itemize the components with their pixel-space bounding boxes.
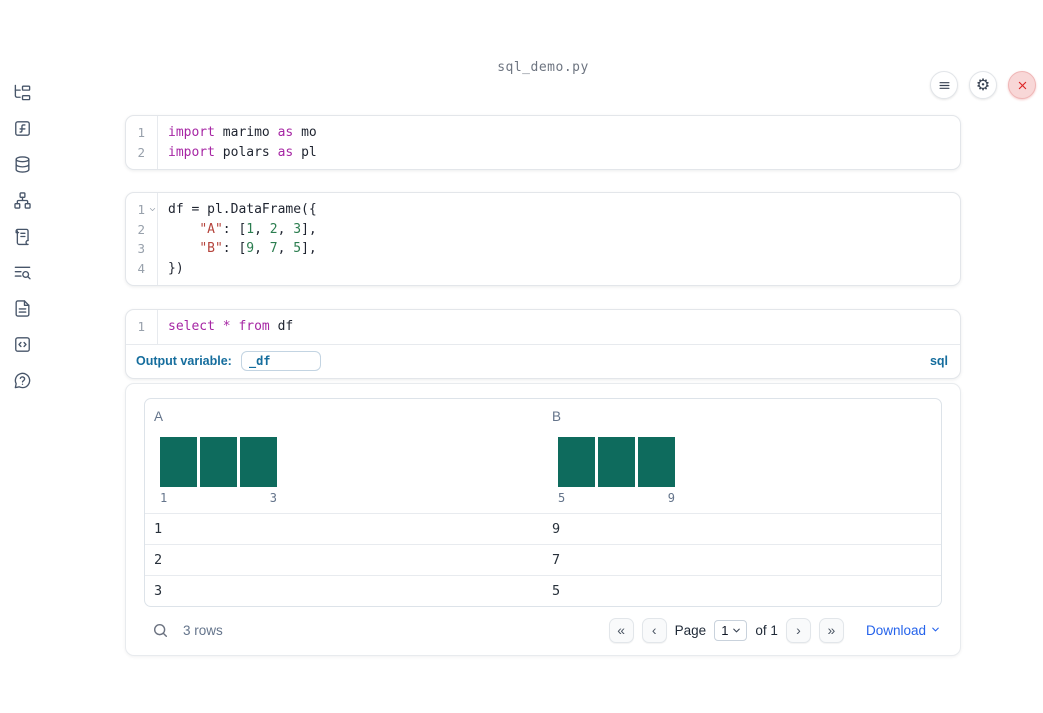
dataframe-table: A 1 3 B 5 9 1 9 2 7 3 5 (144, 397, 942, 607)
chevron-right-icon: › (796, 622, 801, 638)
search-icon (153, 623, 167, 637)
cell-value: 1 (154, 520, 163, 537)
histogram-bar (558, 436, 595, 487)
column-name: A (154, 408, 164, 424)
table-row[interactable]: 3 5 (145, 574, 941, 606)
output-variable-input[interactable] (240, 350, 321, 371)
logs-search-icon[interactable] (13, 263, 32, 282)
column-b-histogram: 5 9 (558, 436, 932, 505)
column-header-b[interactable]: B 5 9 (543, 399, 941, 513)
chevron-down-icon (733, 628, 741, 632)
histogram-bar (160, 436, 197, 487)
notebook-area: sql_demo.py 1 2 import marimo as mo impo… (44, 60, 1043, 656)
histogram-bar (200, 436, 237, 487)
download-label: Download (865, 622, 926, 638)
snippets-icon[interactable] (13, 299, 32, 318)
first-page-button[interactable]: « (608, 617, 634, 643)
hist-max-label: 3 (269, 490, 277, 505)
hist-min-label: 1 (160, 490, 168, 505)
line-number: 1 (137, 202, 145, 217)
page-label: Page (674, 622, 707, 638)
database-icon[interactable] (13, 155, 32, 174)
line-number-gutter: 1 2 3 4 (126, 193, 158, 285)
cell-value: 2 (154, 551, 163, 568)
line-number: 3 (137, 241, 145, 256)
histogram-bar (598, 436, 635, 487)
page-number-value: 1 (721, 622, 729, 638)
table-header: A 1 3 B 5 9 (145, 399, 941, 513)
table-footer: 3 rows « ‹ Page 1 of 1 › » Download (144, 617, 942, 643)
sql-language-badge: sql (929, 353, 948, 368)
column-name: B (552, 408, 562, 424)
code-editor-imports[interactable]: 1 2 import marimo as mo import polars as… (126, 116, 960, 169)
output-variable-label: Output variable: (136, 353, 232, 368)
code-cell-dataframe: 1 2 3 4 df = pl.DataFrame({ "A": [1, 2, … (125, 192, 961, 286)
cell-value: 3 (154, 582, 163, 599)
settings-button[interactable]: ⚙ (969, 71, 997, 99)
fold-chevron-icon[interactable] (147, 205, 157, 214)
file-tree-icon[interactable] (13, 83, 32, 102)
table-row[interactable]: 1 9 (145, 512, 941, 544)
sql-cell-footer: Output variable: sql (126, 343, 960, 378)
scroll-text-icon[interactable] (13, 227, 32, 246)
code-square-icon[interactable] (13, 335, 32, 354)
close-button[interactable] (1008, 71, 1036, 99)
histogram-bar (638, 436, 675, 487)
line-number: 2 (137, 144, 145, 160)
double-chevron-left-icon: « (617, 622, 626, 638)
code-editor-dataframe[interactable]: 1 2 3 4 df = pl.DataFrame({ "A": [1, 2, … (126, 193, 960, 285)
code-text: select * from df (168, 319, 294, 334)
code-text: import marimo as mo import polars as pl (168, 125, 317, 160)
line-number: 1 (137, 319, 145, 334)
function-square-icon[interactable] (13, 119, 32, 138)
page-number-select[interactable]: 1 (714, 619, 748, 641)
sql-output-card: A 1 3 B 5 9 1 9 2 7 3 5 3 rows « ‹ Page … (125, 382, 961, 656)
menu-icon (939, 81, 949, 89)
histogram-bar (240, 436, 277, 487)
previous-page-button[interactable]: ‹ (641, 617, 667, 643)
close-icon (1018, 81, 1026, 89)
search-button[interactable] (151, 621, 169, 639)
double-chevron-right-icon: » (827, 622, 836, 638)
line-number: 1 (137, 125, 145, 140)
menu-button[interactable] (930, 71, 958, 99)
pagination: « ‹ Page 1 of 1 › » Download (608, 617, 941, 643)
table-row[interactable]: 2 7 (145, 543, 941, 575)
line-number-gutter: 1 2 (126, 116, 158, 169)
line-number-gutter: 1 (126, 310, 158, 344)
help-icon[interactable] (13, 371, 32, 390)
window-controls: ⚙ (930, 71, 1036, 99)
chevron-left-icon: ‹ (651, 622, 657, 638)
line-number: 2 (137, 221, 145, 237)
page-total-label: of 1 (755, 622, 778, 638)
chevron-down-icon (930, 623, 941, 638)
dependency-graph-icon[interactable] (13, 191, 32, 210)
download-button[interactable]: Download (866, 623, 941, 638)
column-a-histogram: 1 3 (160, 436, 534, 505)
cell-value: 9 (552, 520, 561, 537)
hist-min-label: 5 (558, 490, 566, 505)
sql-cell: 1 select * from df Output variable: sql (125, 309, 961, 379)
row-count-label: 3 rows (183, 622, 223, 638)
settings-gear-icon: ⚙ (975, 75, 991, 94)
sql-editor[interactable]: 1 select * from df (126, 310, 960, 344)
sidebar (0, 60, 44, 713)
code-cell-imports: 1 2 import marimo as mo import polars as… (125, 115, 961, 170)
hist-max-label: 9 (667, 490, 675, 505)
notebook-filename: sql_demo.py (497, 60, 589, 75)
cell-value: 7 (552, 551, 561, 568)
last-page-button[interactable]: » (818, 617, 844, 643)
column-header-a[interactable]: A 1 3 (145, 399, 543, 513)
next-page-button[interactable]: › (785, 617, 811, 643)
line-number: 4 (137, 260, 145, 276)
code-text: df = pl.DataFrame({ "A": [1, 2, 3], "B":… (168, 202, 317, 276)
cell-value: 5 (552, 582, 561, 599)
